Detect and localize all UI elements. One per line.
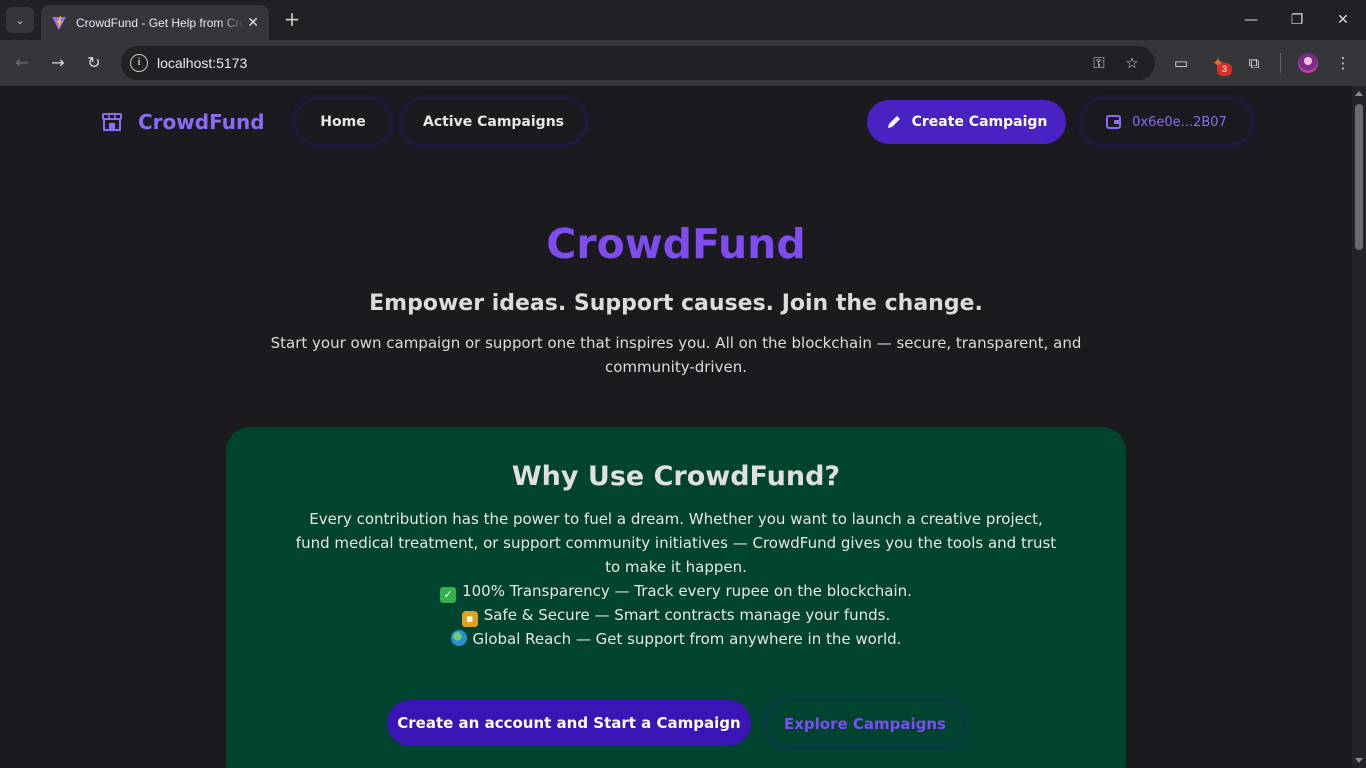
scroll-up-icon[interactable] [1355,91,1363,96]
close-window-button[interactable]: ✕ [1331,8,1355,32]
hero-title: CrowdFund [546,220,806,268]
wallet-address: 0x6e0e...2B07 [1132,114,1227,130]
avatar[interactable] [1298,53,1318,73]
extension-badge: 3 [1217,63,1232,76]
scroll-thumb[interactable] [1355,104,1363,250]
scroll-down-icon[interactable] [1355,758,1363,763]
why-text: Every contribution has the power to fuel… [295,510,1057,576]
restore-button[interactable]: ❐ [1285,8,1309,32]
browser-tabstrip: ⌄ CrowdFund - Get Help from Crowd ✕ + — … [0,0,1366,40]
page-scrollbar[interactable] [1352,86,1366,768]
check-emoji-icon: ✓ [440,587,457,603]
minimize-icon: — [1244,12,1258,28]
arrow-left-icon: ← [15,53,29,72]
info-icon[interactable]: i [130,54,148,72]
why-title: Why Use CrowdFund? [511,461,841,492]
forward-button[interactable]: → [46,51,70,75]
feature-item: ✓ 100% Transparency — Track every rupee o… [226,579,1126,603]
nav-active-campaigns-link[interactable]: Active Campaigns [402,100,585,144]
key-icon[interactable]: ⚿ [1089,53,1109,73]
new-tab-button[interactable]: + [281,9,303,31]
restore-icon: ❐ [1290,12,1304,28]
why-crowdfund-card: Why Use CrowdFund? Every contribution ha… [226,427,1126,768]
feature-text: Global Reach — Get support from anywhere… [472,630,902,648]
site-navbar: CrowdFund Home Active Campaigns Create C… [0,86,1352,158]
address-bar[interactable]: i localhost:5173 ⚿ ☆ [121,46,1155,80]
arrow-right-icon: → [51,53,65,72]
reload-icon: ↻ [87,53,101,72]
tab-title: CrowdFund - Get Help from Crowd [76,15,244,30]
hero-description: Start your own campaign or support one t… [270,334,1082,376]
star-icon[interactable]: ☆ [1122,53,1142,73]
storefront-icon [102,113,122,131]
reload-button[interactable]: ↻ [82,51,106,75]
explore-campaigns-button[interactable]: Explore Campaigns [767,702,963,746]
feature-text: 100% Transparency — Track every rupee on… [462,582,912,600]
create-campaign-label: Create Campaign [911,114,1048,130]
page-content: CrowdFund Home Active Campaigns Create C… [0,86,1352,768]
plus-icon: + [283,7,301,31]
browser-toolbar: ← → ↻ i localhost:5173 ⚿ ☆ ▭ ✦ ⧉ ⋮ [0,40,1366,86]
feature-text: Safe & Secure — Smart contracts manage y… [483,606,891,624]
close-window-icon: ✕ [1337,12,1349,28]
brand-logo[interactable]: CrowdFund [101,110,265,134]
back-button[interactable]: ← [10,51,34,75]
wallet-button[interactable]: 0x6e0e...2B07 [1082,100,1251,144]
globe-emoji-icon [450,630,467,646]
tab-search-button[interactable]: ⌄ [6,7,34,33]
kebab-menu-icon[interactable]: ⋮ [1332,52,1354,74]
vite-logo-icon [52,15,66,30]
chevron-down-icon: ⌄ [15,13,25,27]
create-campaign-button[interactable]: Create Campaign [867,100,1066,144]
brand-name: CrowdFund [138,110,265,134]
start-campaign-button[interactable]: Create an account and Start a Campaign [387,700,751,746]
browser-tab[interactable]: CrowdFund - Get Help from Crowd ✕ [41,5,269,40]
puzzle-icon[interactable]: ⧉ [1243,52,1265,74]
hero-tagline: Empower ideas. Support causes. Join the … [369,291,983,316]
cast-icon[interactable]: ▭ [1170,52,1192,74]
minimize-button[interactable]: — [1239,8,1263,32]
feature-item: Global Reach — Get support from anywhere… [226,627,1126,651]
url-text[interactable]: localhost:5173 [157,55,247,71]
feature-item: ▪ Safe & Secure — Smart contracts manage … [226,603,1126,627]
toolbar-separator [1280,53,1281,73]
nav-home-link[interactable]: Home [296,100,390,144]
pencil-icon [887,116,900,128]
lock-emoji-icon: ▪ [461,611,478,627]
close-icon[interactable]: ✕ [247,15,259,31]
wallet-icon [1106,115,1122,129]
